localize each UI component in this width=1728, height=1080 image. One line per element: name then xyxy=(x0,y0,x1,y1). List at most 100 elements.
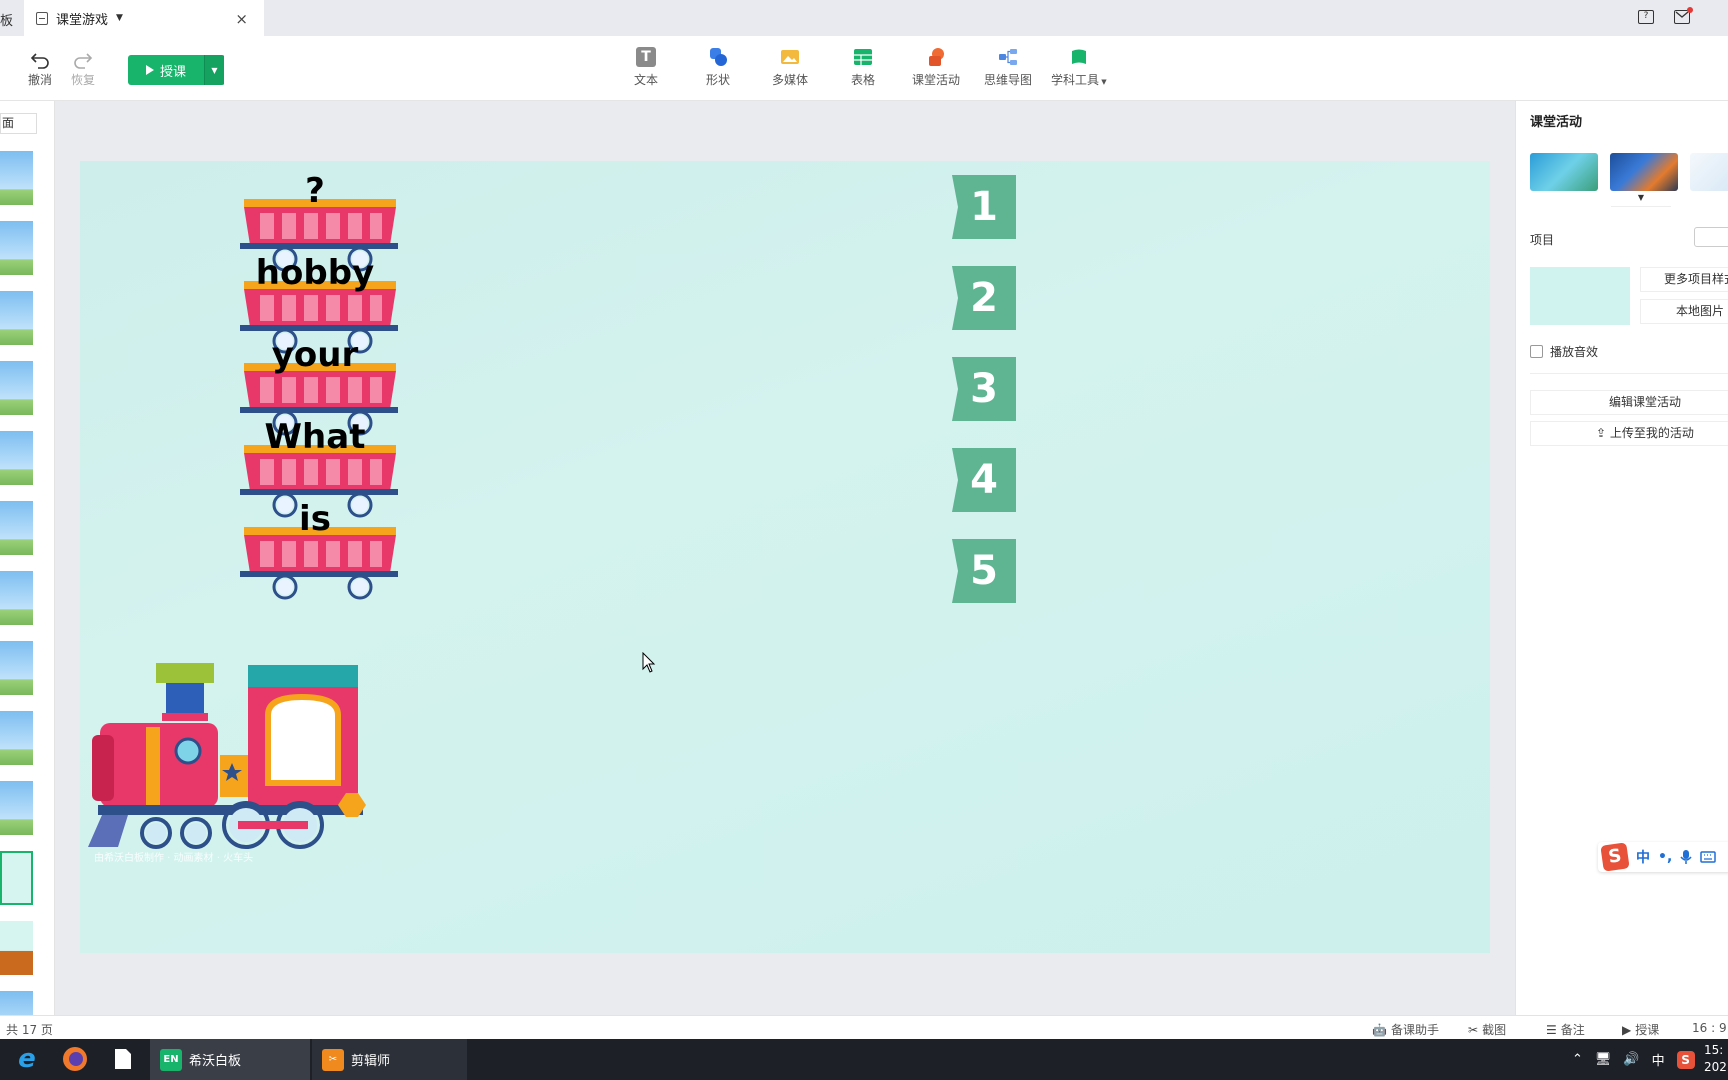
page-count: 共 17 页 xyxy=(6,1023,53,1037)
canvas-area: ? hobby your What is 1 2 3 4 5 由希沃白板制作 ·… xyxy=(55,101,1515,1015)
network-icon[interactable]: 🖥 xyxy=(1595,1052,1612,1067)
notes-button[interactable]: ☰ 备注 xyxy=(1546,1021,1585,1038)
mindmap-icon xyxy=(999,49,1017,65)
system-clock[interactable]: 15: 202 xyxy=(1704,1042,1727,1076)
item-count-input[interactable] xyxy=(1694,227,1728,247)
status-teach-button[interactable]: ▶ 授课 xyxy=(1622,1021,1659,1038)
train-locomotive-image[interactable] xyxy=(88,655,398,865)
teach-label: 授课 xyxy=(159,64,186,80)
item-style-preview[interactable] xyxy=(1530,267,1630,325)
slide-thumbnail[interactable] xyxy=(0,221,33,275)
aspect-ratio-button[interactable]: 16 : 9 xyxy=(1692,1021,1727,1035)
slide-thumbnail[interactable] xyxy=(0,291,33,345)
number-slot[interactable]: 3 xyxy=(950,355,1018,423)
window-title-fragment: 板 xyxy=(0,14,14,29)
upload-activity-button[interactable]: ⇪ 上传至我的活动 xyxy=(1530,421,1728,446)
tab-close-button[interactable]: × xyxy=(235,10,248,28)
undo-button[interactable]: 撤消 xyxy=(28,45,52,88)
scissors-icon: ✂ xyxy=(1468,1022,1479,1037)
properties-panel: 课堂活动 ▼ 项目 更多项目样式 本地图片 播放音效 编辑课堂活动 ⇪ 上传至我… xyxy=(1515,101,1728,1015)
number-slot-label: 1 xyxy=(970,184,998,230)
tray-expand-icon[interactable]: ⌃ xyxy=(1572,1052,1583,1067)
volume-icon[interactable]: 🔊 xyxy=(1623,1052,1639,1067)
redo-icon xyxy=(74,53,93,69)
number-slot[interactable]: 1 xyxy=(950,173,1018,241)
ime-language-toggle[interactable]: 中 xyxy=(1636,847,1650,867)
internet-explorer-icon[interactable]: e xyxy=(12,1044,42,1074)
help-button[interactable]: ? xyxy=(1638,10,1654,24)
upload-activity-label: 上传至我的活动 xyxy=(1609,426,1694,440)
insert-mindmap-button[interactable]: 思维导图 xyxy=(984,44,1032,88)
subject-tools-label: 学科工具 ▼ xyxy=(1051,73,1107,87)
play-sound-checkbox[interactable]: 播放音效 xyxy=(1530,343,1598,360)
notes-label: 备注 xyxy=(1560,1023,1585,1037)
clock-date: 202 xyxy=(1704,1060,1727,1074)
number-slot[interactable]: 5 xyxy=(950,537,1018,605)
word-card[interactable]: is xyxy=(230,499,400,539)
slide-thumbnail[interactable] xyxy=(0,711,33,765)
activity-theme-thumbnail[interactable] xyxy=(1530,153,1598,191)
slide-thumbnail[interactable] xyxy=(0,501,33,555)
taskbar-app-editor[interactable]: ✂ 剪辑师 xyxy=(312,1039,467,1080)
teach-dropdown-button[interactable]: ▼ xyxy=(204,55,224,85)
word-card[interactable]: hobby xyxy=(230,253,400,293)
lesson-assistant-button[interactable]: 🤖 备课助手 xyxy=(1372,1021,1439,1038)
activity-theme-thumbnail[interactable] xyxy=(1610,153,1678,191)
document-tab[interactable]: 课堂游戏 ▼ × xyxy=(24,0,264,36)
subject-tools-button[interactable]: 学科工具 ▼ xyxy=(1051,44,1107,88)
sogou-tray-icon[interactable]: S xyxy=(1676,1050,1695,1069)
word-card[interactable]: your xyxy=(230,335,400,375)
sogou-logo-icon: S xyxy=(1600,842,1630,872)
edit-activity-button[interactable]: 编辑课堂活动 xyxy=(1530,390,1728,415)
slide-thumbnail[interactable] xyxy=(0,921,33,975)
expand-themes-icon[interactable]: ▼ xyxy=(1611,193,1671,207)
insert-media-button[interactable]: 多媒体 xyxy=(772,44,808,88)
screenshot-button[interactable]: ✂ 截图 xyxy=(1468,1021,1506,1038)
shape-icon xyxy=(710,48,727,66)
slide-thumbnail[interactable] xyxy=(0,781,33,835)
upload-icon: ⇪ xyxy=(1596,426,1610,440)
slide-thumbnail[interactable] xyxy=(0,991,33,1015)
insert-text-button[interactable]: T 文本 xyxy=(634,44,658,88)
clock-time: 15: xyxy=(1704,1043,1724,1057)
microphone-icon[interactable] xyxy=(1680,849,1692,865)
tray-ime-indicator[interactable]: 中 xyxy=(1652,1050,1665,1069)
slide-thumbnail[interactable] xyxy=(0,361,33,415)
slide-thumbnail[interactable] xyxy=(0,151,33,205)
subject-tools-dropdown-icon: ▼ xyxy=(1099,78,1107,86)
play-icon: ▶ xyxy=(1622,1022,1632,1037)
insert-shape-button[interactable]: 形状 xyxy=(706,44,730,88)
number-slot[interactable]: 4 xyxy=(950,446,1018,514)
slide-thumbnail[interactable] xyxy=(0,571,33,625)
windows-taskbar: e EN 希沃白板 ✂ 剪辑师 ⌃ 🖥 🔊 中 S 15: 202 xyxy=(0,1039,1728,1080)
tab-dropdown-icon[interactable]: ▼ xyxy=(116,13,123,23)
insert-table-button[interactable]: 表格 xyxy=(851,44,875,88)
teach-button[interactable]: 授课 xyxy=(128,55,204,85)
more-item-styles-button[interactable]: 更多项目样式 xyxy=(1640,267,1728,292)
notes-icon: ☰ xyxy=(1546,1022,1557,1037)
activity-theme-thumbnail[interactable] xyxy=(1690,153,1728,191)
number-slot[interactable]: 2 xyxy=(950,264,1018,332)
taskbar-app-seewo[interactable]: EN 希沃白板 xyxy=(150,1039,310,1080)
lesson-assistant-label: 备课助手 xyxy=(1390,1023,1439,1037)
file-icon[interactable] xyxy=(108,1044,138,1074)
table-icon xyxy=(854,49,872,65)
redo-button[interactable]: 恢复 xyxy=(71,45,95,88)
toolbar: 撤消 恢复 授课 ▼ T 文本 形状 多媒体 表格 课堂活动 思维导图 学科工具… xyxy=(0,36,1728,101)
ime-punctuation-toggle[interactable]: •, xyxy=(1658,849,1672,865)
slide-canvas[interactable]: ? hobby your What is 1 2 3 4 5 由希沃白板制作 ·… xyxy=(80,161,1490,953)
local-image-button[interactable]: 本地图片 xyxy=(1640,299,1728,324)
slide-thumbnail-active[interactable] xyxy=(0,851,33,905)
subject-tools-icon xyxy=(1071,49,1086,64)
insert-activity-button[interactable]: 课堂活动 xyxy=(912,44,960,88)
ime-toolbar[interactable]: S 中 •, xyxy=(1598,842,1728,872)
firefox-icon[interactable] xyxy=(60,1044,90,1074)
word-card[interactable]: ? xyxy=(230,171,400,211)
slide-thumbnail[interactable] xyxy=(0,431,33,485)
keyboard-icon[interactable] xyxy=(1700,851,1717,863)
title-bar: 板 课堂游戏 ▼ × ? xyxy=(0,0,1728,36)
tab-title: 课堂游戏 xyxy=(56,12,109,28)
word-card[interactable]: What xyxy=(230,417,400,457)
messages-button[interactable] xyxy=(1674,7,1693,24)
slide-thumbnail[interactable] xyxy=(0,641,33,695)
